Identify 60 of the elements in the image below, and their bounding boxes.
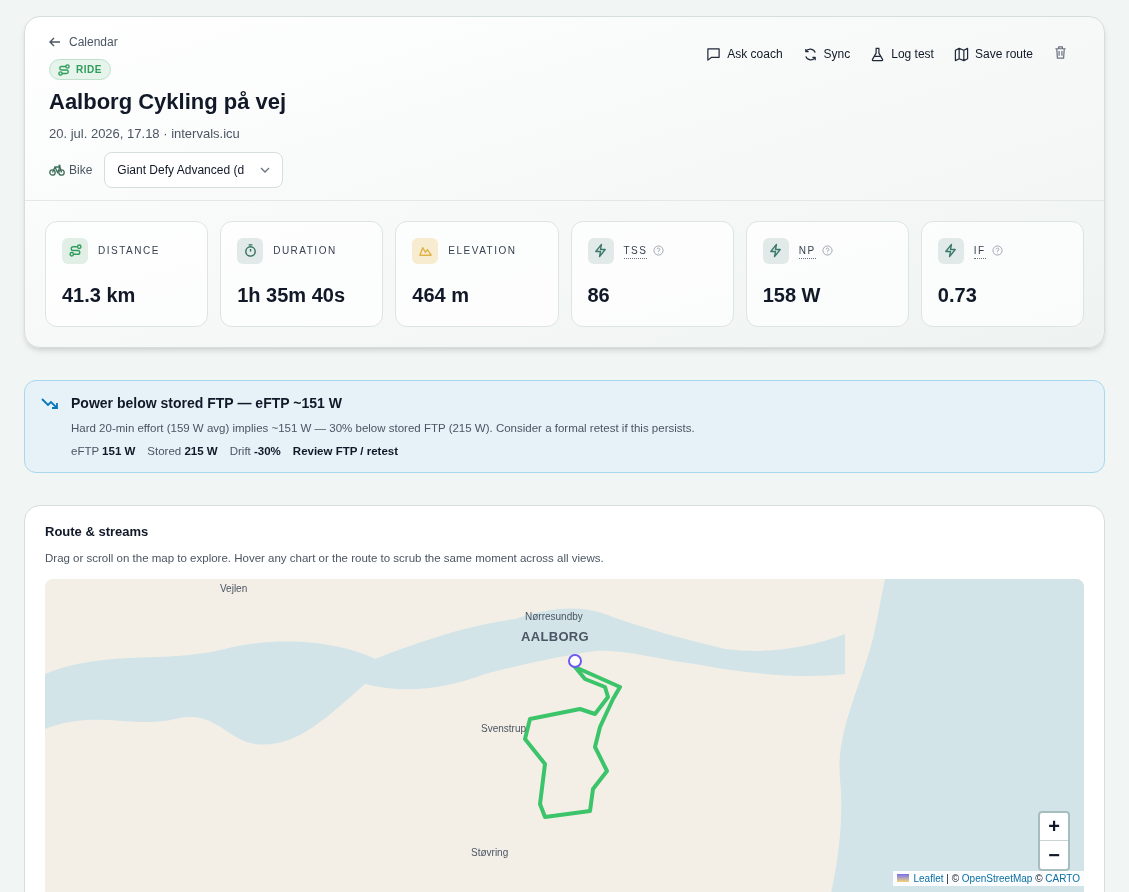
action-button[interactable]: Save route bbox=[953, 45, 1033, 63]
mountain-icon bbox=[412, 237, 439, 264]
stat-label: DISTANCE bbox=[98, 244, 160, 258]
activity-title: Aalborg Cykling på vej bbox=[49, 88, 287, 116]
chat-icon bbox=[706, 46, 722, 62]
bolt-icon bbox=[587, 237, 614, 264]
action-button[interactable]: Ask coach bbox=[706, 45, 783, 63]
chevron-down-icon bbox=[260, 166, 271, 173]
map-place-label: Støvring bbox=[471, 845, 509, 860]
bike-icon bbox=[49, 163, 65, 176]
action-button[interactable]: Sync bbox=[802, 45, 851, 63]
route-icon bbox=[58, 63, 70, 76]
map-place-label: Svenstrup bbox=[481, 721, 527, 736]
stat-value: 464 m bbox=[412, 282, 471, 308]
activity-subtitle: 20. jul. 2026, 17.18 · intervals.icu bbox=[49, 125, 240, 143]
route-icon bbox=[62, 237, 88, 264]
trend-down-icon bbox=[41, 396, 59, 409]
stat-value: 158 W bbox=[762, 282, 822, 308]
back-link[interactable]: Calendar bbox=[49, 33, 118, 51]
help-icon[interactable] bbox=[821, 245, 833, 256]
stat-value: 41.3 km bbox=[62, 282, 137, 308]
bike-dropdown[interactable]: Giant Defy Advanced (d bbox=[104, 151, 284, 188]
help-icon[interactable] bbox=[991, 245, 1003, 256]
alert-fact: Drift -30% bbox=[229, 443, 281, 459]
timer-icon bbox=[237, 237, 264, 264]
stat-label: TSS bbox=[623, 242, 648, 259]
stat-label: NP bbox=[798, 242, 816, 259]
stat-value: 1h 35m 40s bbox=[237, 282, 346, 308]
review-link[interactable]: Review FTP / retest bbox=[292, 442, 399, 460]
back-arrow-icon bbox=[49, 36, 61, 48]
help-icon[interactable] bbox=[653, 245, 665, 256]
alert-title: Power below stored FTP — eFTP ~151 W bbox=[71, 393, 343, 413]
section-title: Route & streams bbox=[45, 523, 150, 541]
action-button[interactable]: Log test bbox=[870, 45, 934, 63]
sport-badge: RIDE bbox=[49, 59, 111, 80]
map-place-label: Nørresundby bbox=[525, 609, 583, 624]
alert-fact: Stored 215 W bbox=[147, 443, 218, 459]
attribution-text: Leaflet | © OpenStreetMap © CARTO bbox=[913, 871, 1080, 886]
stat-value: 0.73 bbox=[937, 282, 978, 308]
alert-text: Hard 20-min effort (159 W avg) implies ~151 W — 30% below stored FTP (215 W). Consider a formal retest if this persists. bbox=[71, 420, 695, 436]
flag-icon bbox=[897, 874, 910, 883]
stat-label: IF bbox=[973, 242, 986, 259]
stat-label: ELEVATION bbox=[448, 244, 517, 258]
zoom-out-button[interactable]: − bbox=[1040, 840, 1068, 869]
map-icon bbox=[953, 46, 969, 62]
alert-fact: eFTP 151 W bbox=[71, 443, 136, 459]
delete-icon bbox=[1053, 45, 1068, 60]
zoom-in-button[interactable]: + bbox=[1040, 812, 1068, 841]
map-place-label: AALBORG bbox=[521, 627, 589, 646]
map[interactable]: Vejlen Nørresundby AALBORG Svenstrup Støvring + − Leaflet | © OpenStreetMap © CARTO bbox=[45, 578, 1084, 892]
bolt-icon bbox=[937, 237, 964, 264]
stat-label: DURATION bbox=[273, 244, 337, 258]
stat-value: 86 bbox=[587, 282, 611, 308]
sync-icon bbox=[802, 46, 818, 62]
bolt-icon bbox=[762, 237, 789, 264]
flask-icon bbox=[870, 46, 886, 62]
delete-button[interactable] bbox=[1053, 45, 1068, 60]
map-place-label: Vejlen bbox=[220, 581, 248, 596]
bike-label: Bike bbox=[69, 161, 93, 179]
section-hint: Drag or scroll on the map to explore. Hover any chart or the route to scrub the same moment across all views. bbox=[45, 550, 605, 566]
